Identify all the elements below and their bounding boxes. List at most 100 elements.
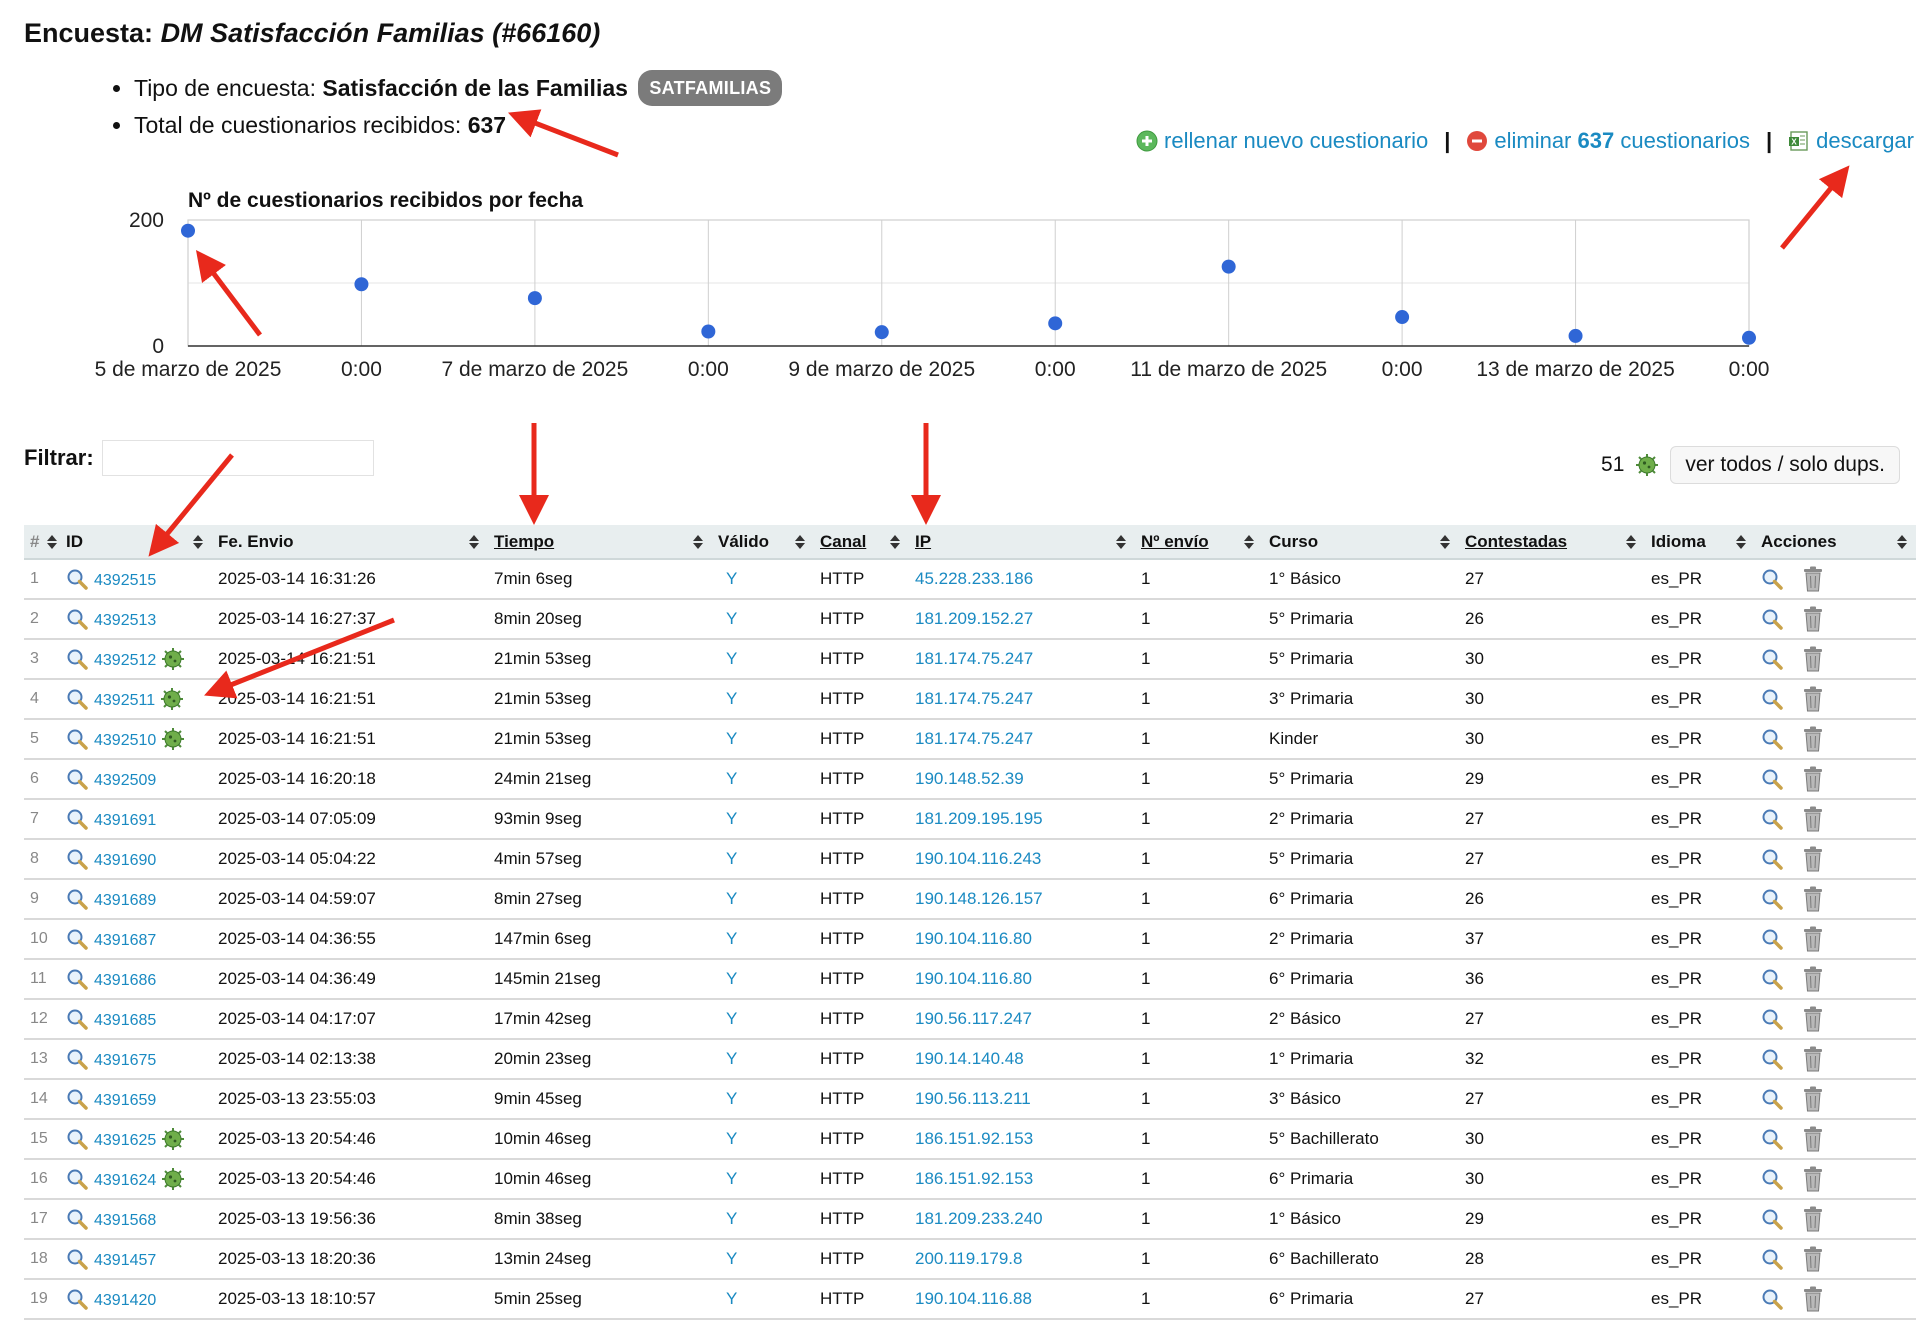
trash-icon[interactable] [1803,686,1823,712]
response-id-link[interactable]: 4391420 [94,1292,156,1309]
response-id-link[interactable]: 4391625 [94,1132,156,1149]
toggle-duplicates-button[interactable]: ver todos / solo dups. [1670,446,1900,484]
view-icon[interactable] [66,608,88,630]
ip-link[interactable]: 190.14.140.48 [915,1049,1024,1068]
view-icon[interactable] [1761,768,1783,790]
view-icon[interactable] [66,1008,88,1030]
view-icon[interactable] [66,1128,88,1150]
ip-link[interactable]: 190.148.126.157 [915,889,1043,908]
view-icon[interactable] [66,848,88,870]
col-ip[interactable]: IP [909,525,1135,560]
view-icon[interactable] [66,1168,88,1190]
ip-link[interactable]: 190.104.116.88 [915,1289,1032,1308]
col-canal[interactable]: Canal [814,525,909,560]
view-icon[interactable] [66,968,88,990]
response-id-link[interactable]: 4392511 [94,692,155,709]
trash-icon[interactable] [1803,886,1823,912]
view-icon[interactable] [1761,568,1783,590]
delete-questionnaires-link[interactable]: eliminar 637 cuestionarios [1466,128,1750,154]
trash-icon[interactable] [1803,1246,1823,1272]
view-icon[interactable] [1761,648,1783,670]
view-icon[interactable] [1761,1008,1783,1030]
response-id-link[interactable]: 4391685 [94,1012,156,1029]
col-index[interactable]: # [24,525,60,560]
response-id-link[interactable]: 4392509 [94,772,156,789]
trash-icon[interactable] [1803,646,1823,672]
response-id-link[interactable]: 4392512 [94,652,156,669]
view-icon[interactable] [66,768,88,790]
col-numero-envio[interactable]: Nº envío [1135,525,1263,560]
response-id-link[interactable]: 4391568 [94,1212,156,1229]
col-tiempo[interactable]: Tiempo [488,525,712,560]
ip-link[interactable]: 45.228.233.186 [915,569,1033,588]
view-icon[interactable] [66,888,88,910]
trash-icon[interactable] [1803,726,1823,752]
ip-link[interactable]: 181.174.75.247 [915,689,1033,708]
response-id-link[interactable]: 4392515 [94,572,156,589]
col-acciones[interactable]: Acciones [1755,525,1916,560]
response-id-link[interactable]: 4391689 [94,892,156,909]
view-icon[interactable] [1761,1048,1783,1070]
trash-icon[interactable] [1803,1126,1823,1152]
col-contestadas[interactable]: Contestadas [1459,525,1645,560]
view-icon[interactable] [66,1088,88,1110]
view-icon[interactable] [1761,688,1783,710]
col-curso[interactable]: Curso [1263,525,1459,560]
response-id-link[interactable]: 4391686 [94,972,156,989]
view-icon[interactable] [66,1208,88,1230]
trash-icon[interactable] [1803,1046,1823,1072]
trash-icon[interactable] [1803,846,1823,872]
view-icon[interactable] [66,728,88,750]
response-id-link[interactable]: 4391675 [94,1052,156,1069]
view-icon[interactable] [1761,1208,1783,1230]
view-icon[interactable] [1761,888,1783,910]
new-questionnaire-link[interactable]: rellenar nuevo cuestionario [1136,128,1428,154]
trash-icon[interactable] [1803,966,1823,992]
view-icon[interactable] [1761,848,1783,870]
response-id-link[interactable]: 4391659 [94,1092,156,1109]
ip-link[interactable]: 190.104.116.80 [915,969,1032,988]
response-id-link[interactable]: 4391691 [94,812,156,829]
ip-link[interactable]: 190.104.116.80 [915,929,1032,948]
filter-input[interactable] [101,440,374,476]
ip-link[interactable]: 181.209.195.195 [915,809,1043,828]
view-icon[interactable] [66,1048,88,1070]
ip-link[interactable]: 186.151.92.153 [915,1129,1033,1148]
ip-link[interactable]: 190.148.52.39 [915,769,1024,788]
view-icon[interactable] [1761,728,1783,750]
view-icon[interactable] [66,568,88,590]
col-valido[interactable]: Válido [712,525,814,560]
trash-icon[interactable] [1803,1206,1823,1232]
trash-icon[interactable] [1803,926,1823,952]
view-icon[interactable] [1761,608,1783,630]
view-icon[interactable] [66,688,88,710]
col-idioma[interactable]: Idioma [1645,525,1755,560]
response-id-link[interactable]: 4391457 [94,1252,156,1269]
response-id-link[interactable]: 4392513 [94,612,156,629]
trash-icon[interactable] [1803,1286,1823,1312]
view-icon[interactable] [1761,968,1783,990]
ip-link[interactable]: 190.104.116.243 [915,849,1041,868]
view-icon[interactable] [1761,1168,1783,1190]
response-id-link[interactable]: 4391624 [94,1172,156,1189]
view-icon[interactable] [1761,928,1783,950]
ip-link[interactable]: 186.151.92.153 [915,1169,1033,1188]
ip-link[interactable]: 181.174.75.247 [915,729,1033,748]
ip-link[interactable]: 190.56.113.211 [915,1089,1031,1108]
view-icon[interactable] [1761,1248,1783,1270]
trash-icon[interactable] [1803,766,1823,792]
response-id-link[interactable]: 4391690 [94,852,156,869]
col-id[interactable]: ID [60,525,212,560]
trash-icon[interactable] [1803,1006,1823,1032]
download-link[interactable]: X descargar [1788,128,1914,154]
view-icon[interactable] [66,808,88,830]
ip-link[interactable]: 181.209.152.27 [915,609,1033,628]
view-icon[interactable] [1761,808,1783,830]
view-icon[interactable] [1761,1128,1783,1150]
view-icon[interactable] [66,928,88,950]
response-id-link[interactable]: 4391687 [94,932,156,949]
trash-icon[interactable] [1803,566,1823,592]
response-id-link[interactable]: 4392510 [94,732,156,749]
trash-icon[interactable] [1803,1166,1823,1192]
view-icon[interactable] [66,648,88,670]
